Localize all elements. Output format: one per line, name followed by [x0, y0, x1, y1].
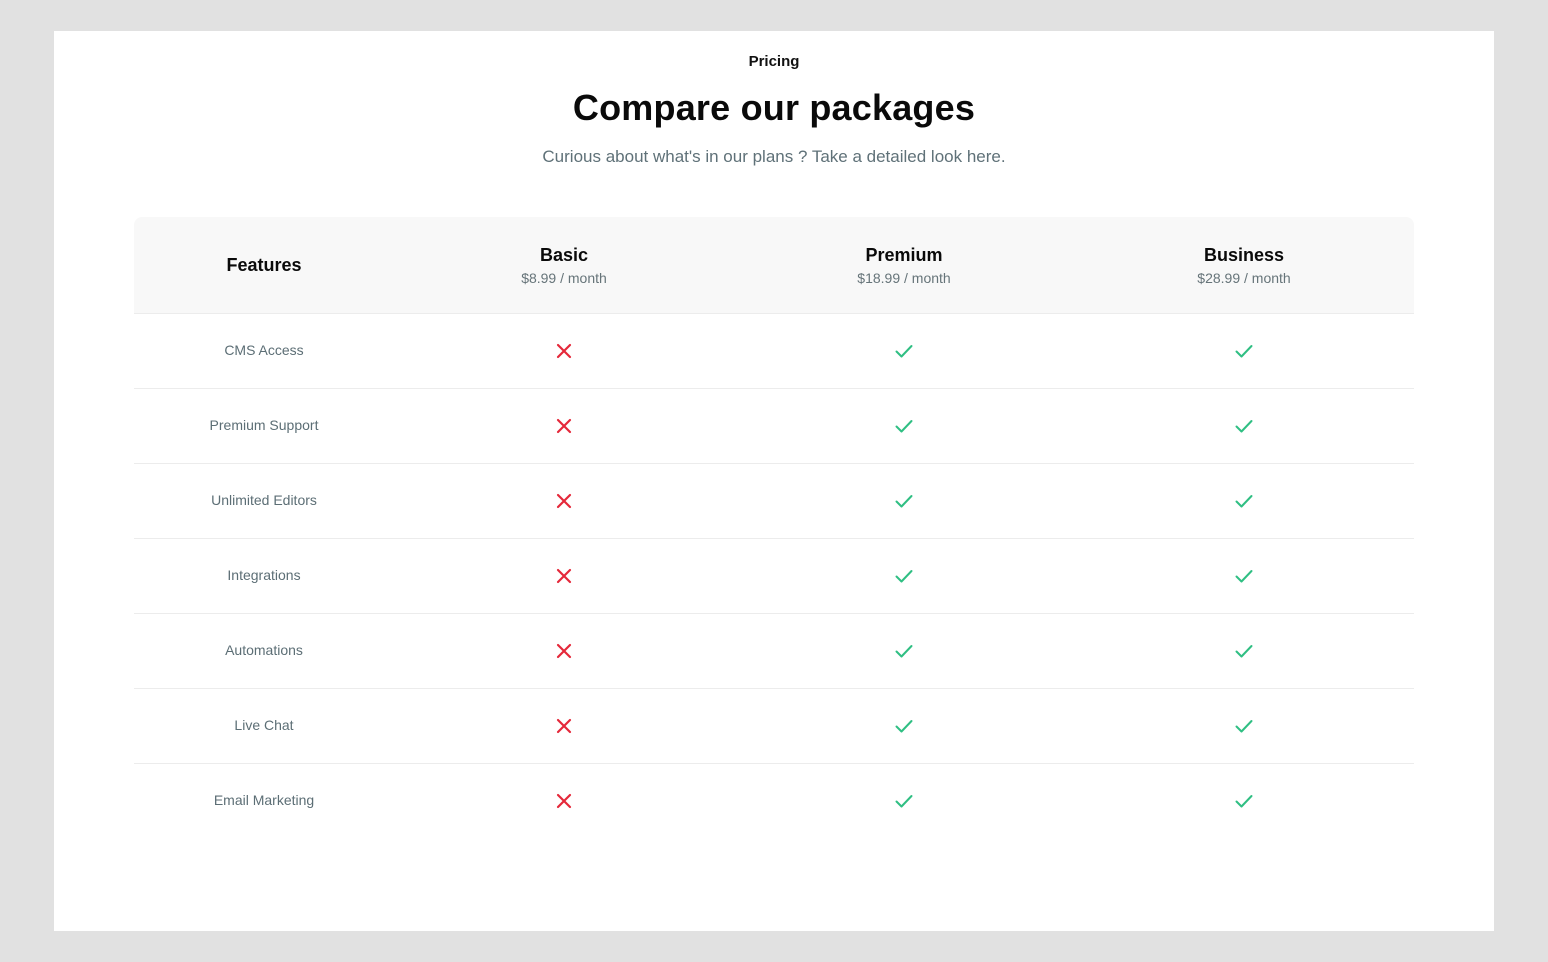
feature-label: Automations: [225, 641, 303, 658]
availability-cell: [1074, 389, 1414, 463]
table-row: Live Chat: [134, 689, 1414, 764]
table-row: Premium Support: [134, 389, 1414, 464]
check-icon: [894, 416, 914, 436]
availability-cell: [1074, 764, 1414, 838]
section-eyebrow: Pricing: [748, 53, 800, 70]
page-subtitle: Curious about what's in our plans ? Take…: [542, 147, 1006, 166]
feature-cell: CMS Access: [134, 314, 394, 388]
feature-label: Integrations: [227, 566, 301, 583]
table-row: Automations: [134, 614, 1414, 689]
plan-name: Premium: [865, 244, 943, 265]
table-header: Features Basic $8.99 / month Premium $18…: [134, 217, 1414, 314]
plan-header-basic: Basic $8.99 / month: [394, 217, 734, 313]
check-icon: [894, 716, 914, 736]
availability-cell: [734, 539, 1074, 613]
feature-label: Unlimited Editors: [211, 491, 317, 508]
feature-cell: Automations: [134, 614, 394, 688]
availability-cell: [734, 464, 1074, 538]
availability-cell: [734, 689, 1074, 763]
availability-cell: [734, 614, 1074, 688]
availability-cell: [394, 689, 734, 763]
check-icon: [894, 566, 914, 586]
check-icon: [1234, 716, 1254, 736]
availability-cell: [734, 389, 1074, 463]
plan-name: Basic: [539, 244, 589, 265]
cross-icon: [554, 416, 574, 436]
check-icon: [1234, 341, 1254, 361]
feature-label: Email Marketing: [213, 791, 315, 808]
comparison-table: Features Basic $8.99 / month Premium $18…: [134, 217, 1414, 838]
feature-label: CMS Access: [224, 341, 304, 358]
availability-cell: [394, 539, 734, 613]
table-row: Integrations: [134, 539, 1414, 614]
availability-cell: [1074, 539, 1414, 613]
feature-cell: Premium Support: [134, 389, 394, 463]
cross-icon: [554, 491, 574, 511]
features-column-header: Features: [134, 217, 394, 313]
availability-cell: [394, 764, 734, 838]
plan-price: $18.99 / month: [857, 269, 951, 286]
feature-label: Premium Support: [209, 416, 319, 433]
availability-cell: [1074, 314, 1414, 388]
availability-cell: [734, 314, 1074, 388]
table-body: CMS Access Premium Support Unlimited Edito…: [134, 314, 1414, 838]
table-row: Unlimited Editors: [134, 464, 1414, 539]
feature-cell: Email Marketing: [134, 764, 394, 838]
check-icon: [1234, 641, 1254, 661]
check-icon: [894, 341, 914, 361]
check-icon: [1234, 791, 1254, 811]
cross-icon: [554, 566, 574, 586]
cross-icon: [554, 791, 574, 811]
feature-label: Live Chat: [234, 716, 294, 733]
feature-cell: Unlimited Editors: [134, 464, 394, 538]
check-icon: [1234, 566, 1254, 586]
plan-price: $28.99 / month: [1197, 269, 1291, 286]
availability-cell: [1074, 464, 1414, 538]
plan-header-business: Business $28.99 / month: [1074, 217, 1414, 313]
cross-icon: [554, 341, 574, 361]
check-icon: [1234, 491, 1254, 511]
availability-cell: [394, 314, 734, 388]
feature-cell: Live Chat: [134, 689, 394, 763]
availability-cell: [394, 464, 734, 538]
check-icon: [894, 641, 914, 661]
availability-cell: [1074, 614, 1414, 688]
plan-name: Business: [1203, 244, 1285, 265]
feature-cell: Integrations: [134, 539, 394, 613]
availability-cell: [1074, 689, 1414, 763]
table-row: Email Marketing: [134, 764, 1414, 838]
check-icon: [894, 791, 914, 811]
features-header-label: Features: [226, 254, 302, 275]
plan-header-premium: Premium $18.99 / month: [734, 217, 1074, 313]
page-title: Compare our packages: [572, 87, 976, 128]
cross-icon: [554, 716, 574, 736]
plan-price: $8.99 / month: [521, 269, 607, 286]
availability-cell: [394, 389, 734, 463]
table-row: CMS Access: [134, 314, 1414, 389]
pricing-card: Pricing Compare our packages Curious abo…: [54, 31, 1494, 931]
check-icon: [1234, 416, 1254, 436]
check-icon: [894, 491, 914, 511]
availability-cell: [734, 764, 1074, 838]
cross-icon: [554, 641, 574, 661]
availability-cell: [394, 614, 734, 688]
